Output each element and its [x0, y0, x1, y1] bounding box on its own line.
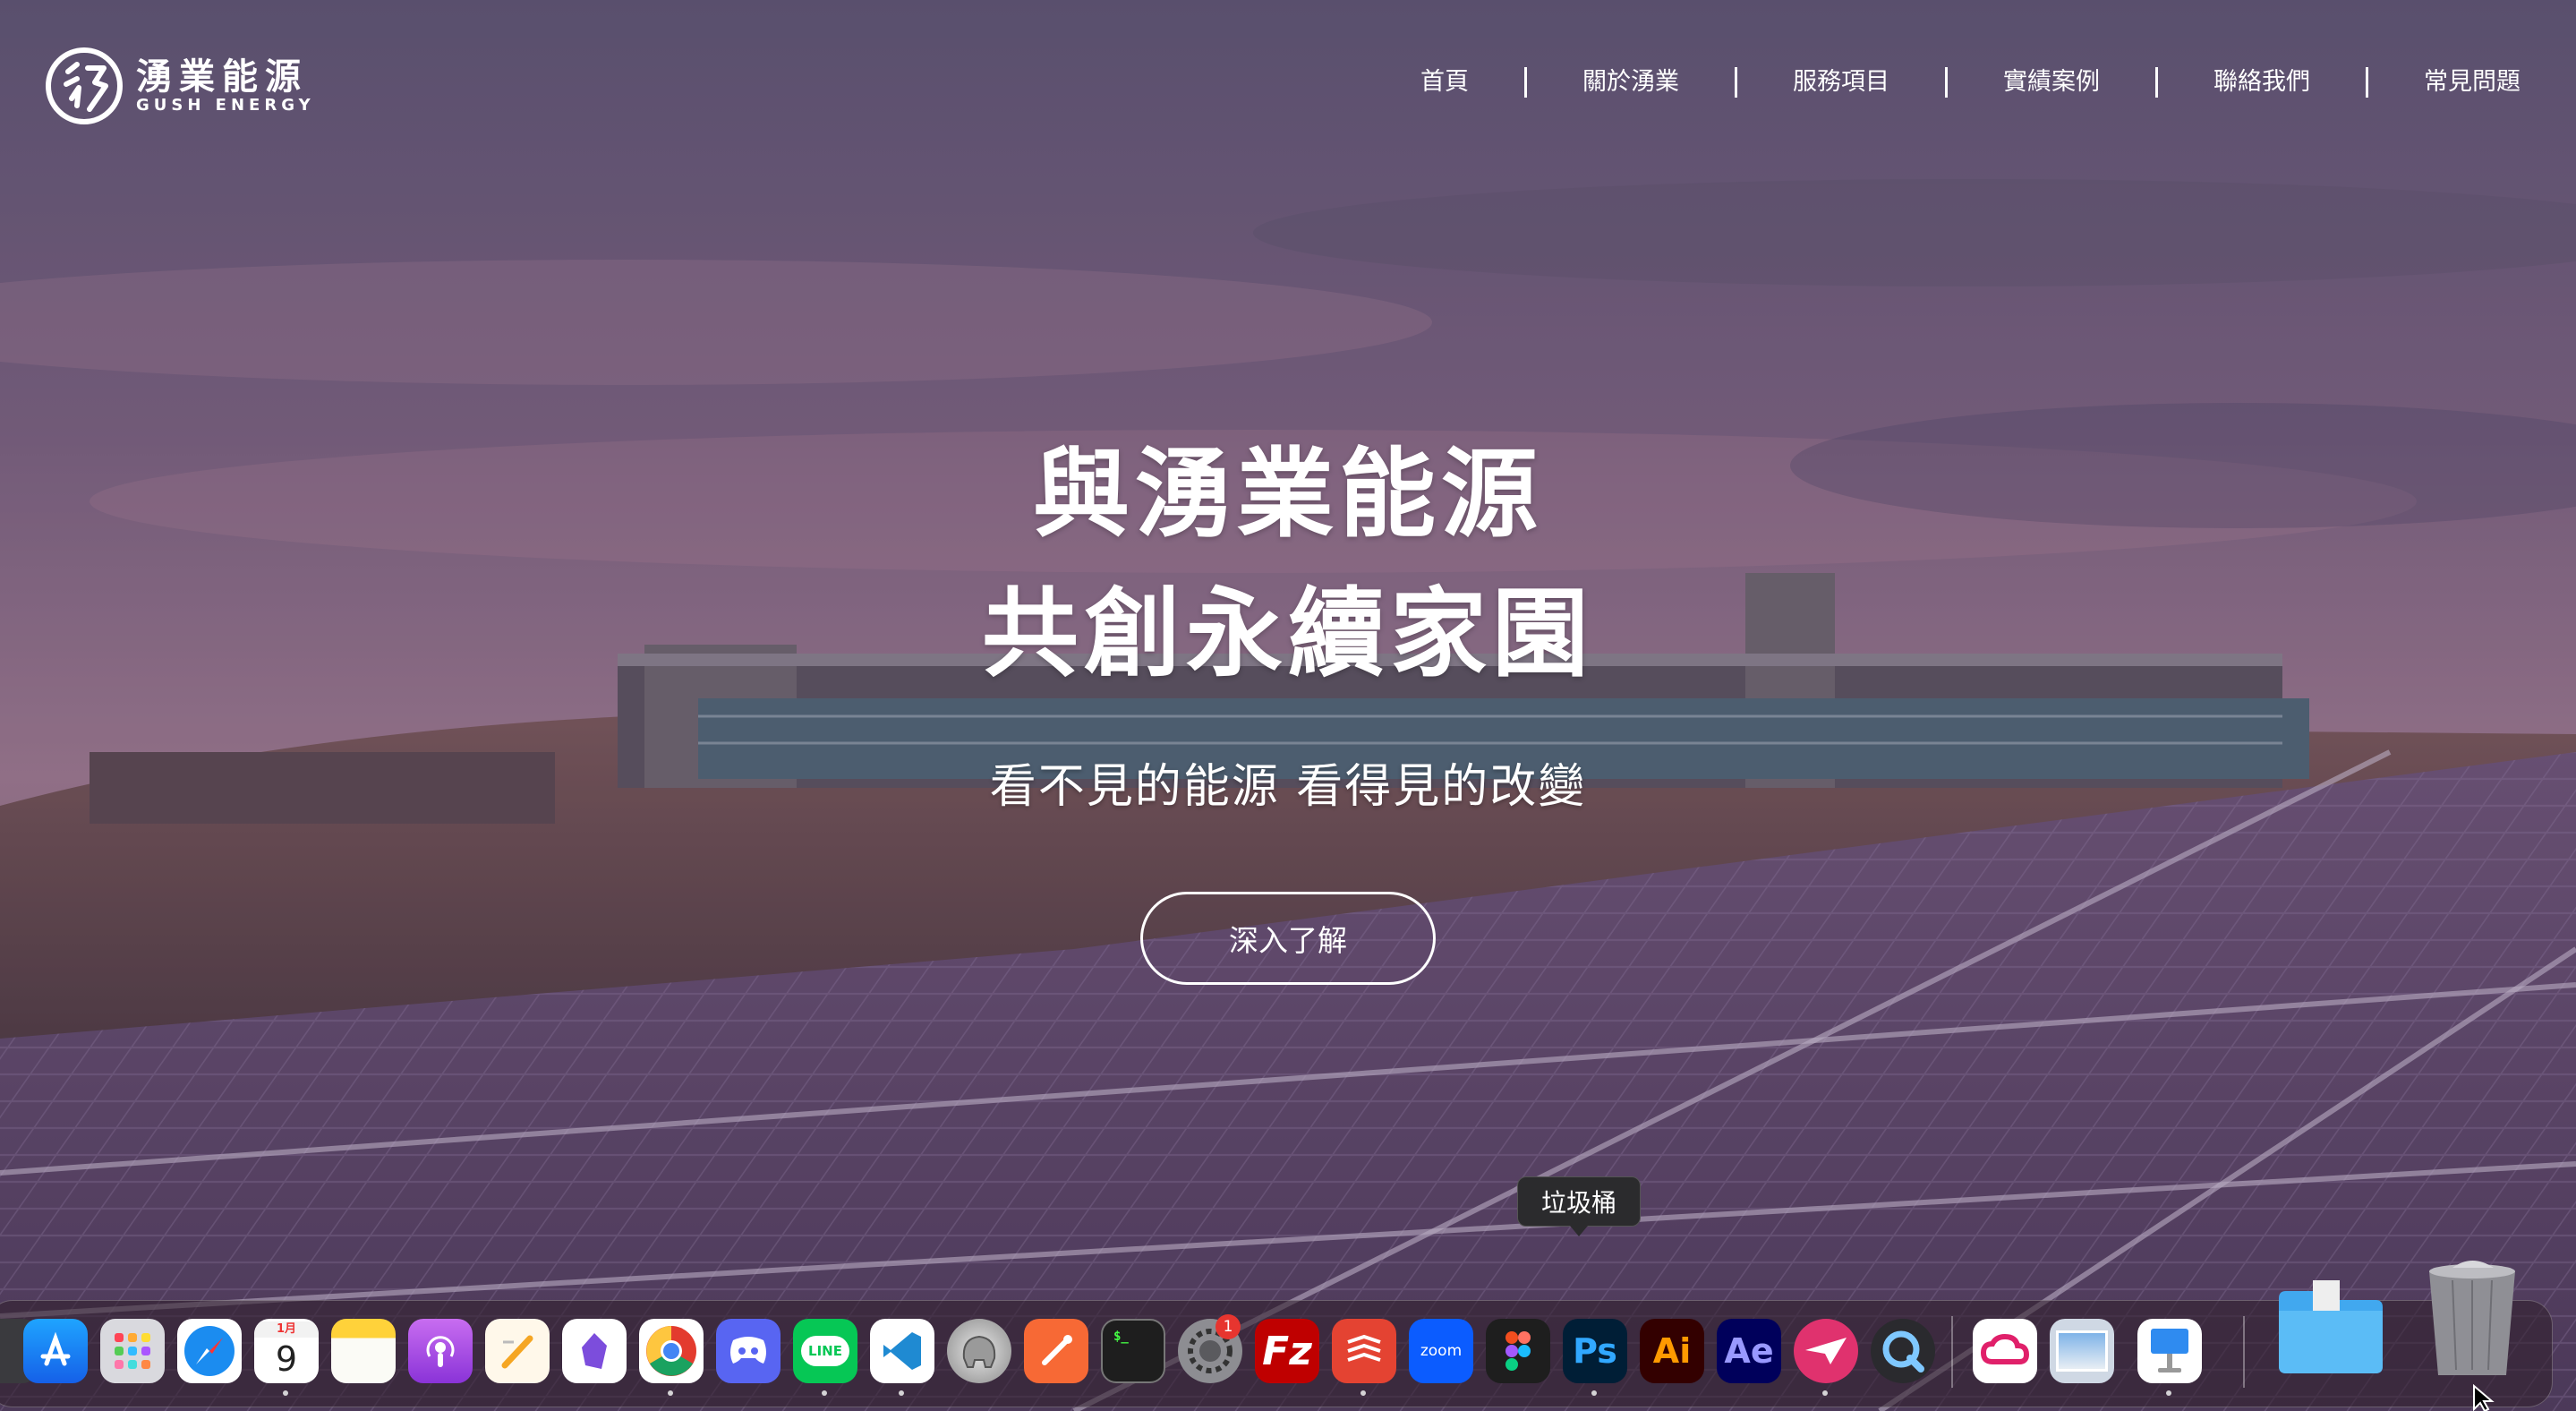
nav-item-services[interactable]: 服務項目 [1737, 64, 1945, 100]
line-label: LINE [801, 1336, 849, 1366]
settings-badge: 1 [1215, 1314, 1241, 1339]
running-indicator [1591, 1390, 1597, 1396]
running-indicator [1361, 1390, 1366, 1396]
terminal-icon[interactable]: $_ [1101, 1319, 1165, 1383]
launchpad-icon[interactable] [100, 1319, 165, 1383]
keynote-icon[interactable] [2137, 1319, 2202, 1383]
vscode-icon[interactable] [870, 1319, 934, 1383]
illustrator-label: Ai [1652, 1331, 1692, 1371]
hero-title: 與湧業能源 共創永續家園 [0, 425, 2576, 705]
downloads-folder-icon[interactable] [2273, 1280, 2388, 1379]
brand-logo[interactable]: 湧業能源 GUSH ENERGY [45, 45, 315, 127]
illustrator-icon[interactable]: Ai [1640, 1319, 1704, 1383]
preview-icon[interactable] [2050, 1319, 2114, 1383]
postman-icon[interactable] [1024, 1319, 1088, 1383]
safari-icon[interactable] [177, 1319, 242, 1383]
figma-icon[interactable] [1486, 1319, 1550, 1383]
notes-icon[interactable] [331, 1319, 396, 1383]
pages-icon[interactable] [485, 1319, 550, 1383]
airmail-icon[interactable] [1794, 1319, 1858, 1383]
dock-divider [1951, 1316, 1953, 1388]
hero-subtitle: 看不見的能源 看得見的改變 [989, 760, 1587, 814]
photoshop-icon[interactable]: Ps [1563, 1319, 1627, 1383]
running-indicator [283, 1390, 288, 1396]
creative-cloud-icon[interactable] [1973, 1319, 2037, 1383]
podcasts-icon[interactable] [408, 1319, 473, 1383]
hero-title-line2: 共創永續家園 [981, 578, 1594, 690]
nav-item-faq[interactable]: 常見問題 [2368, 64, 2521, 100]
running-indicator [1822, 1390, 1828, 1396]
after-effects-label: Ae [1724, 1331, 1774, 1371]
zoom-icon[interactable]: zoom [1409, 1319, 1473, 1383]
after-effects-icon[interactable]: Ae [1717, 1319, 1781, 1383]
calendar-day: 9 [275, 1339, 298, 1379]
obsidian-icon[interactable] [562, 1319, 627, 1383]
sequel-ace-icon[interactable] [947, 1319, 1011, 1383]
dock-divider [2243, 1316, 2245, 1388]
hero-title-line1: 與湧業能源 [1032, 439, 1543, 551]
learn-more-button[interactable]: 深入了解 [1140, 892, 1436, 985]
nav-item-home[interactable]: 首頁 [1365, 64, 1524, 100]
trash-icon[interactable] [2417, 1253, 2528, 1379]
todoist-icon[interactable] [1332, 1319, 1396, 1383]
chrome-icon[interactable] [639, 1319, 704, 1383]
hero-overlay [0, 0, 2576, 1411]
running-indicator [899, 1390, 904, 1396]
nav-item-about[interactable]: 關於湧業 [1527, 64, 1735, 100]
calendar-month: 1月 [254, 1321, 319, 1338]
logo-mark-icon [46, 47, 123, 124]
filezilla-icon[interactable]: Fz [1255, 1319, 1319, 1383]
calendar-icon[interactable]: 1月 9 [254, 1319, 319, 1383]
running-indicator [2166, 1390, 2171, 1396]
main-nav: 首頁 關於湧業 服務項目 實績案例 聯絡我們 常見問題 [1365, 64, 2521, 100]
running-indicator [822, 1390, 827, 1396]
filezilla-label: Fz [1262, 1328, 1312, 1374]
photoshop-label: Ps [1573, 1331, 1617, 1371]
nav-item-contact[interactable]: 聯絡我們 [2158, 64, 2366, 100]
trash-tooltip: 垃圾桶 [1517, 1176, 1641, 1236]
brand-name-cn: 湧業能源 [136, 56, 308, 98]
app-store-icon[interactable] [23, 1319, 88, 1383]
running-indicator [668, 1390, 673, 1396]
mouse-cursor-icon [2473, 1384, 2495, 1411]
brand-name-en: GUSH ENERGY [136, 96, 315, 115]
quicktime-icon[interactable] [1871, 1319, 1935, 1383]
zoom-label: zoom [1420, 1342, 1463, 1360]
nav-item-cases[interactable]: 實績案例 [1948, 64, 2155, 100]
discord-icon[interactable] [716, 1319, 780, 1383]
line-icon[interactable]: LINE [793, 1319, 857, 1383]
